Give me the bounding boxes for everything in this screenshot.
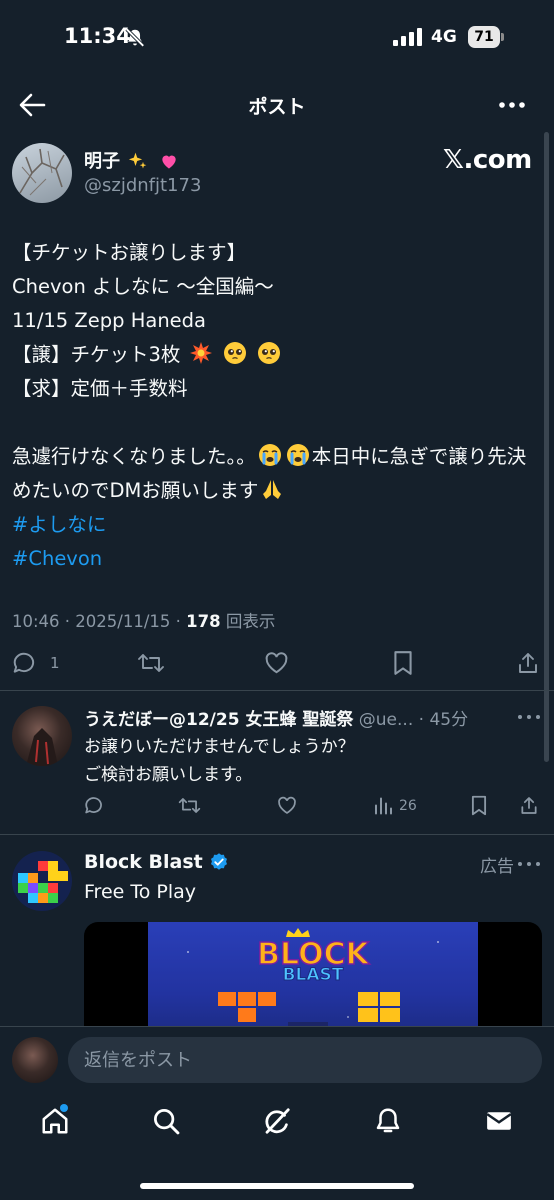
- repost-button[interactable]: [137, 650, 165, 676]
- reply-reply-button[interactable]: [84, 795, 105, 816]
- author-name-text: 明子: [84, 151, 120, 172]
- ad-art-subtitle: BLAST: [283, 965, 344, 985]
- ad-subtitle: Free To Play: [84, 881, 197, 903]
- hashtag-text[interactable]: #Chevon: [12, 547, 102, 570]
- reply-author-handle[interactable]: @ue...: [353, 710, 413, 730]
- reply-avatar[interactable]: [12, 706, 72, 766]
- crying-face-emoji-icon: [258, 444, 281, 466]
- author-avatar[interactable]: [12, 143, 72, 203]
- post-line: 【譲】チケット3枚: [12, 338, 532, 372]
- reply-share-button[interactable]: [519, 795, 539, 816]
- home-notification-dot: [60, 1104, 68, 1112]
- page-title: ポスト: [248, 96, 306, 118]
- reply-composer: [0, 1026, 554, 1096]
- post-timestamp[interactable]: 10:46 · 2025/11/15 ·: [12, 612, 186, 631]
- reply-text-line: お譲りいただけませんでしょうか？: [84, 737, 355, 757]
- composer-avatar[interactable]: [12, 1037, 58, 1083]
- like-icon: [278, 796, 296, 814]
- reply-age: · 45分: [413, 710, 469, 730]
- reply-view-count: 26: [399, 797, 417, 814]
- reply-count: 1: [50, 654, 60, 672]
- more-icon[interactable]: [498, 94, 526, 116]
- divider: [0, 690, 554, 691]
- hashtag-text[interactable]: #よしなに: [12, 513, 106, 536]
- ad-media[interactable]: BLOCK BLAST: [84, 922, 542, 1042]
- post-line-text: 急遽行けなくなりました。。: [12, 445, 256, 468]
- battery-level: 71: [468, 26, 500, 48]
- reply-header: うえだぼー@12/25 女王蜂 聖誕祭 @ue... · 45分: [84, 705, 544, 730]
- post-text: 【チケットお譲りします】 Chevon よしなに 〜全国編〜 11/15 Zep…: [12, 236, 532, 576]
- ad-artwork: BLOCK BLAST: [148, 922, 478, 1042]
- ad-label: 広告: [480, 857, 514, 877]
- author-name[interactable]: 明子: [84, 147, 181, 173]
- grok-icon[interactable]: [262, 1106, 292, 1136]
- reply-author-name[interactable]: うえだぼー@12/25 女王蜂 聖誕祭: [84, 710, 353, 730]
- pleading-face-emoji-icon: [258, 342, 281, 364]
- ad-name-text: Block Blast: [84, 851, 203, 873]
- ad-advertiser-name[interactable]: Block Blast: [84, 851, 229, 873]
- crying-face-emoji-icon: [286, 444, 309, 466]
- network-type: 4G: [431, 27, 457, 47]
- reply-more-icon[interactable]: [516, 710, 542, 724]
- folded-hands-emoji-icon: [263, 480, 282, 499]
- author-handle[interactable]: @szjdnfjt173: [84, 175, 201, 196]
- reply-views-button[interactable]: 26: [373, 795, 417, 816]
- status-time: 11:34: [64, 24, 131, 48]
- cell-signal-icon: [393, 28, 422, 46]
- share-button[interactable]: [516, 650, 540, 676]
- reply-icon: [85, 797, 102, 814]
- repost-icon: [178, 798, 201, 813]
- reply-text: お譲りいただけませんでしょうか？ ご検討お願いします。: [84, 733, 355, 789]
- pleading-face-emoji-icon: [223, 342, 246, 364]
- share-icon: [521, 797, 537, 814]
- sparkles-emoji-icon: [129, 152, 147, 169]
- post-meta: 10:46 · 2025/11/15 · 178 回表示: [12, 608, 275, 632]
- post-line: 【求】定価＋手数料: [12, 377, 188, 400]
- post-line-text: 【譲】チケット3枚: [12, 343, 181, 366]
- like-icon: [265, 652, 288, 674]
- ad-more-icon[interactable]: [516, 857, 542, 871]
- reply-icon: [13, 652, 35, 673]
- top-nav: ポスト: [0, 80, 554, 130]
- collision-emoji-icon: [189, 342, 212, 364]
- messages-icon[interactable]: [484, 1106, 514, 1136]
- post-line: Chevon よしなに 〜全国編〜: [12, 275, 274, 298]
- battery-icon: 71: [468, 26, 504, 48]
- reply-repost-button[interactable]: [178, 795, 201, 816]
- notifications-icon[interactable]: [373, 1106, 403, 1136]
- hashtag-link[interactable]: #よしなに: [12, 508, 532, 542]
- divider: [0, 834, 554, 835]
- post-views-label: 回表示: [220, 612, 276, 631]
- post-line: 【チケットお譲りします】: [12, 241, 247, 264]
- share-icon: [519, 653, 537, 673]
- x-com-logo: 𝕏.com: [443, 145, 532, 175]
- post-view-count: 178: [186, 612, 221, 631]
- pink-heart-emoji-icon: [161, 155, 176, 169]
- status-bar: 11:34 4G 71: [0, 0, 554, 76]
- reply-text-line: ご検討お願いします。: [84, 765, 253, 785]
- reply-input[interactable]: [68, 1037, 542, 1083]
- post-line: 11/15 Zepp Haneda: [12, 309, 207, 332]
- bookmark-button[interactable]: [392, 650, 414, 676]
- reply-button[interactable]: 1: [12, 650, 60, 676]
- post-line: 急遽行けなくなりました。。 本日中に急ぎで譲り先決めたいのでDMお願いします: [12, 440, 532, 508]
- silent-bell-icon: [125, 27, 145, 48]
- hashtag-link[interactable]: #Chevon: [12, 542, 532, 576]
- bookmark-icon: [471, 795, 487, 816]
- search-icon[interactable]: [151, 1106, 181, 1136]
- home-indicator: [140, 1183, 414, 1189]
- ad-avatar-logo[interactable]: [12, 851, 72, 911]
- bookmark-icon: [394, 651, 412, 675]
- scrollbar[interactable]: [544, 132, 549, 762]
- views-icon: [375, 797, 392, 815]
- repost-icon: [138, 654, 164, 672]
- reply-bookmark-button[interactable]: [470, 795, 488, 816]
- reply-like-button[interactable]: [276, 795, 298, 816]
- verified-icon: [210, 853, 227, 870]
- like-button[interactable]: [263, 650, 290, 676]
